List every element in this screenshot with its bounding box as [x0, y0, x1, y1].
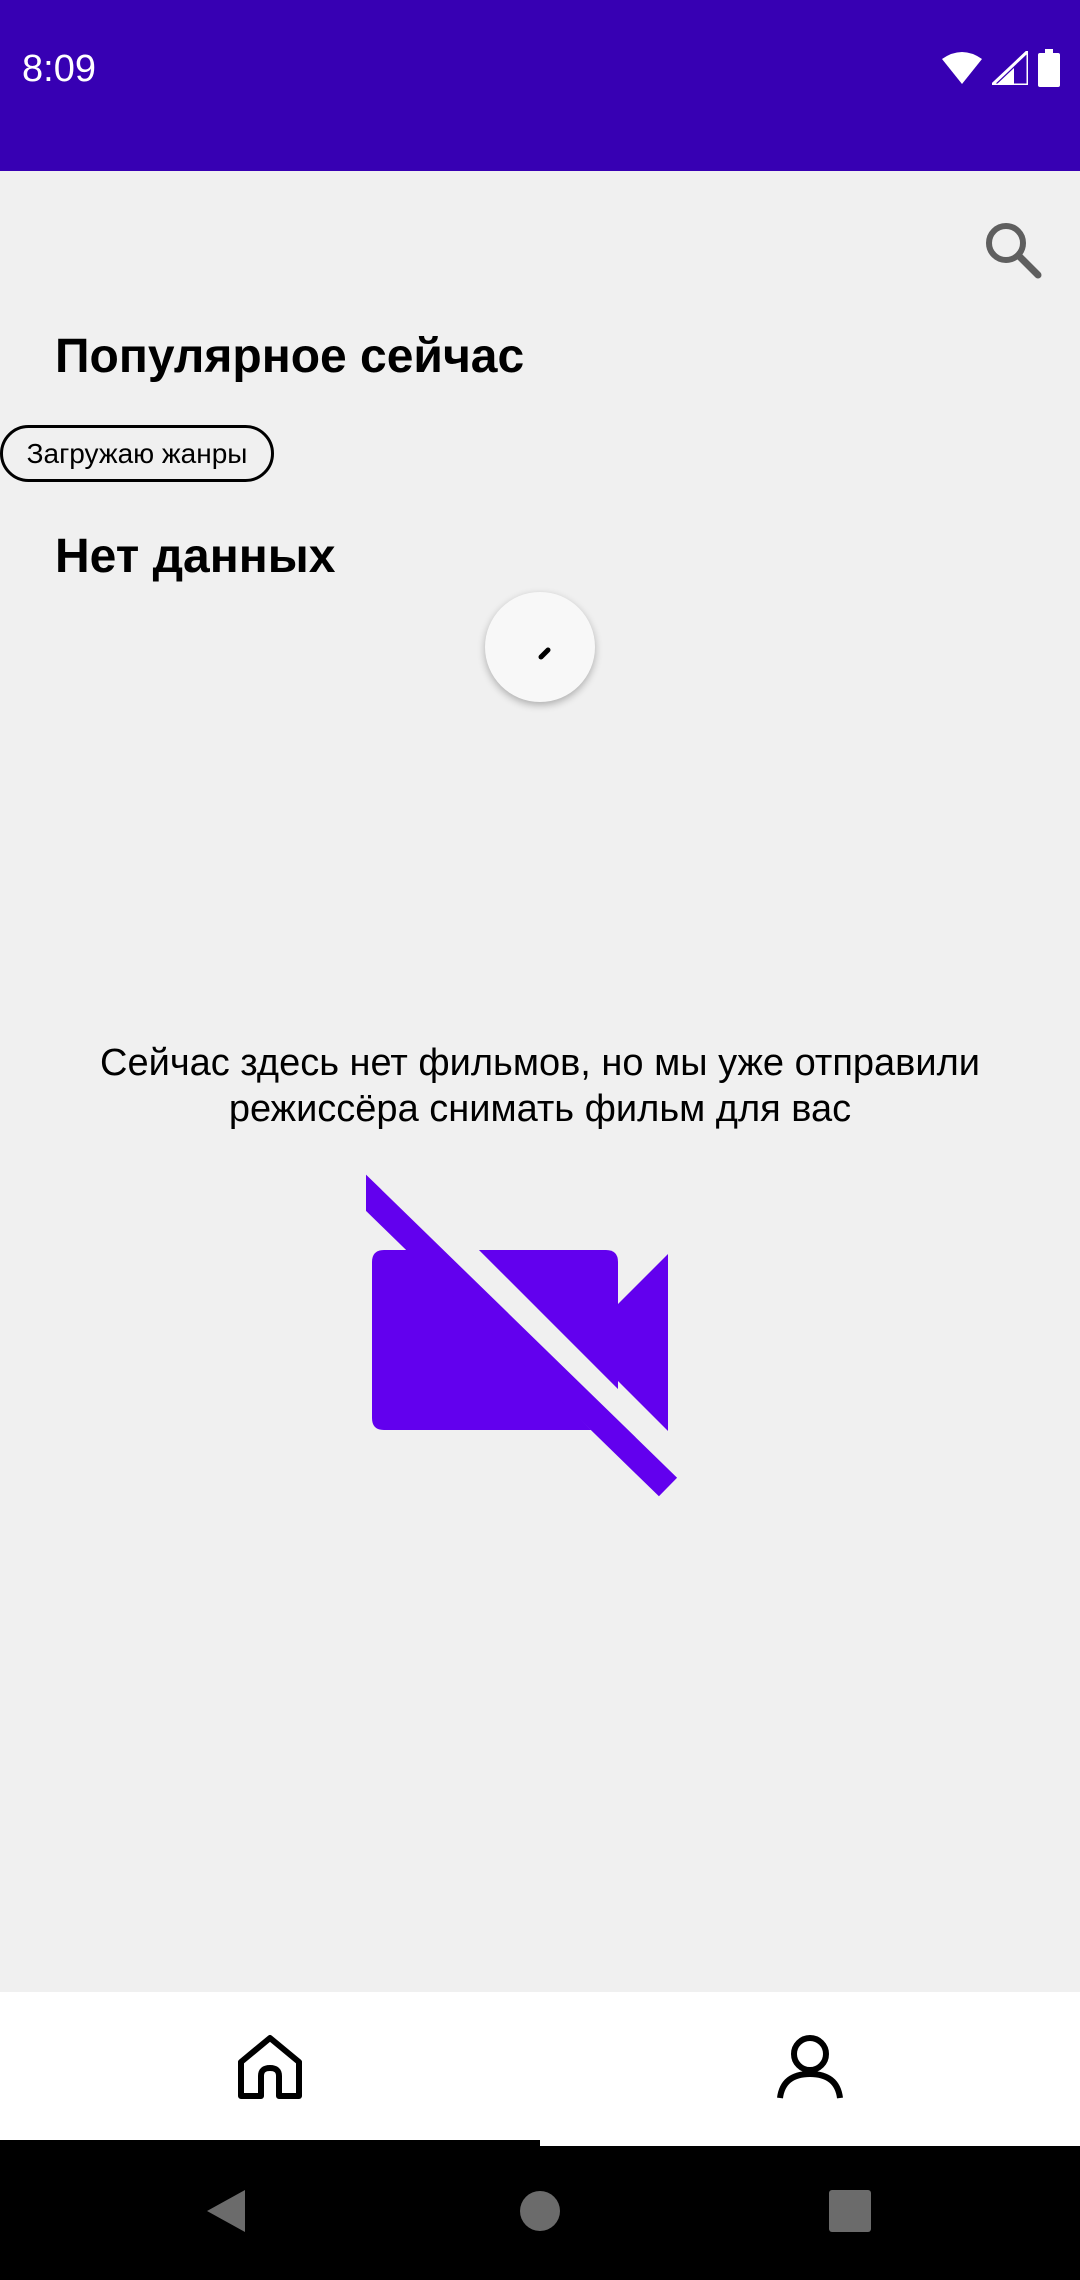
- system-navigation-bar: [0, 2146, 1080, 2280]
- genre-chip-label: Загружаю жанры: [26, 437, 248, 469]
- cell-signal-icon: [992, 51, 1028, 85]
- empty-state-illustration: [366, 1171, 708, 1501]
- nav-item-home[interactable]: [0, 1992, 540, 2146]
- wifi-icon: [942, 51, 982, 85]
- search-button[interactable]: [978, 215, 1048, 285]
- bottom-navigation: [0, 1992, 1080, 2146]
- system-home-button[interactable]: [480, 2146, 600, 2280]
- loading-spinner: [485, 592, 595, 702]
- main-content: Популярное сейчас Загружаю жанры Нет дан…: [0, 171, 1080, 1992]
- recents-icon: [829, 2189, 871, 2237]
- person-icon: [775, 2032, 845, 2107]
- system-recents-button[interactable]: [790, 2146, 910, 2280]
- search-icon: [978, 215, 1048, 285]
- popular-now-title: Популярное сейчас: [55, 330, 525, 383]
- status-icons: [942, 48, 1060, 88]
- status-time: 8:09: [22, 48, 96, 90]
- home-circle-icon: [519, 2190, 561, 2237]
- empty-state-message: Сейчас здесь нет фильмов, но мы уже отпр…: [100, 1042, 980, 1130]
- back-icon: [203, 2188, 247, 2239]
- battery-icon: [1038, 49, 1060, 87]
- status-bar: 8:09: [0, 0, 1080, 171]
- videocam-off-icon: [366, 1171, 708, 1501]
- genre-chip[interactable]: Загружаю жанры: [0, 425, 274, 482]
- progress-spinner-icon: [485, 592, 595, 702]
- no-data-title: Нет данных: [55, 530, 336, 583]
- nav-item-profile[interactable]: [540, 1992, 1080, 2146]
- home-icon: [235, 2032, 305, 2107]
- system-back-button[interactable]: [165, 2146, 285, 2280]
